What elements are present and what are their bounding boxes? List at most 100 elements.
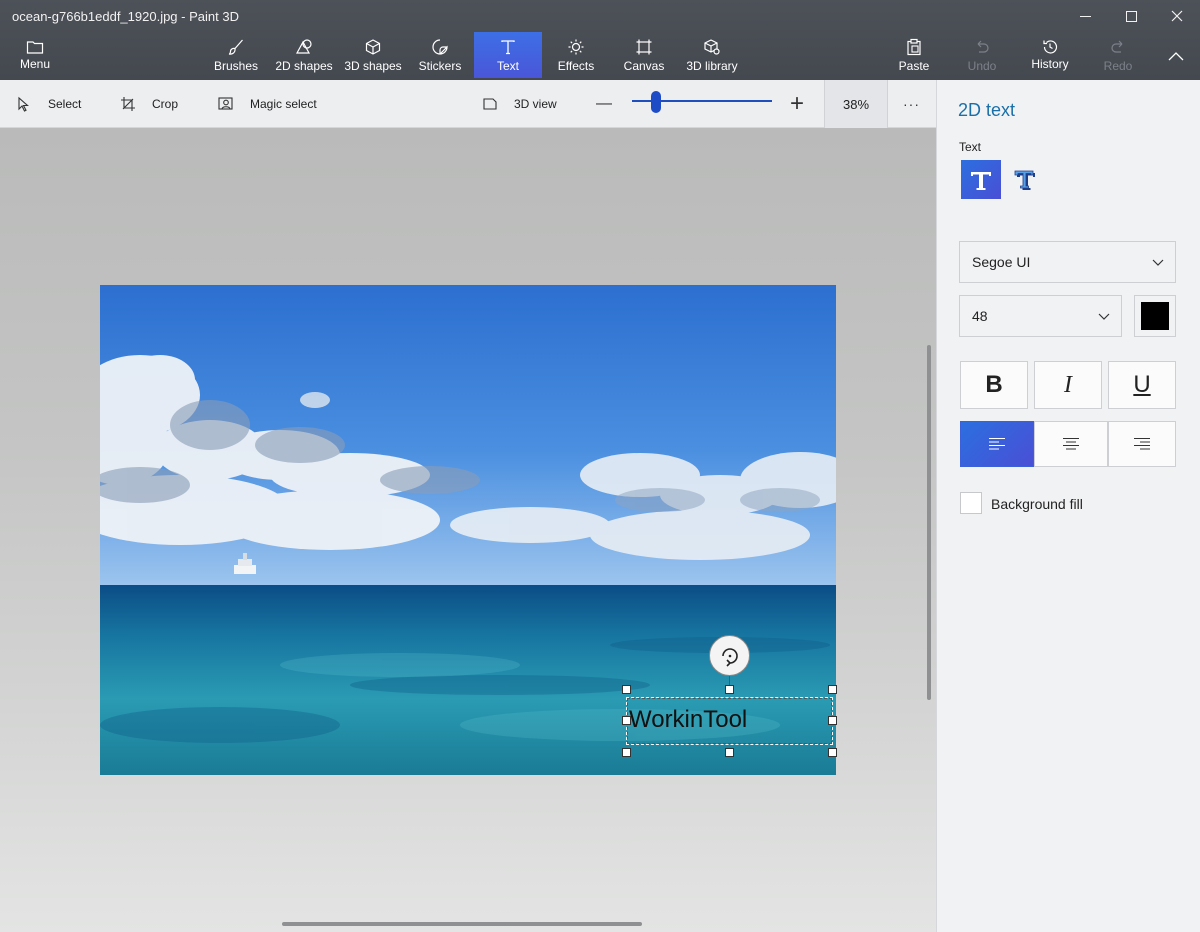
align-right-icon bbox=[1134, 437, 1150, 450]
zoom-slider-thumb[interactable] bbox=[651, 91, 661, 113]
paste-icon bbox=[907, 38, 921, 56]
collapse-ribbon-button[interactable] bbox=[1160, 32, 1192, 78]
tool-effects[interactable]: Effects bbox=[552, 32, 600, 78]
tool-2d-shapes-label: 2D shapes bbox=[275, 59, 333, 73]
align-center-icon bbox=[1063, 437, 1079, 450]
text-color-button[interactable] bbox=[1134, 295, 1176, 337]
tool-effects-label: Effects bbox=[557, 59, 595, 73]
undo-icon bbox=[977, 40, 989, 53]
text-color-swatch bbox=[1141, 302, 1169, 330]
font-family-value: Segoe UI bbox=[972, 254, 1031, 270]
minimize-button[interactable] bbox=[1062, 0, 1108, 32]
more-icon: ··· bbox=[903, 96, 920, 112]
tool-canvas[interactable]: Canvas bbox=[620, 32, 668, 78]
minimize-icon bbox=[1079, 15, 1091, 17]
zoom-percent[interactable]: 38% bbox=[824, 80, 888, 128]
tool-3d-shapes[interactable]: 3D shapes bbox=[342, 32, 404, 78]
bold-button[interactable]: B bbox=[960, 361, 1028, 409]
paste-label: Paste bbox=[898, 59, 930, 73]
zoom-out-button[interactable]: — bbox=[596, 80, 612, 128]
crop-label: Crop bbox=[152, 97, 179, 111]
vertical-scrollbar[interactable] bbox=[927, 345, 931, 700]
background-fill-label: Background fill bbox=[991, 496, 1083, 512]
undo-label: Undo bbox=[967, 59, 997, 73]
chevron-up-icon bbox=[1168, 52, 1184, 61]
chevron-down-icon bbox=[1152, 259, 1164, 266]
underline-button[interactable]: U bbox=[1108, 361, 1176, 409]
italic-button[interactable]: I bbox=[1034, 361, 1102, 409]
tool-text[interactable]: Text bbox=[474, 32, 542, 78]
3d-view-label: 3D view bbox=[514, 97, 557, 111]
tool-3d-library-label: 3D library bbox=[686, 59, 738, 73]
align-left-icon bbox=[989, 437, 1005, 450]
horizontal-scrollbar[interactable] bbox=[282, 922, 642, 926]
resize-handle-top[interactable] bbox=[725, 685, 734, 694]
resize-handle-bl[interactable] bbox=[622, 748, 631, 757]
paste-button[interactable]: Paste bbox=[894, 32, 934, 78]
3d-view-icon bbox=[483, 98, 497, 110]
3d-text-button[interactable] bbox=[1005, 160, 1045, 199]
resize-handle-tl[interactable] bbox=[622, 685, 631, 694]
cursor-icon bbox=[18, 96, 29, 112]
magic-select-label: Magic select bbox=[250, 97, 317, 111]
text-object[interactable]: WorkinTool bbox=[629, 706, 747, 734]
select-button[interactable]: Select bbox=[16, 80, 81, 128]
resize-handle-bottom[interactable] bbox=[725, 748, 734, 757]
crop-icon bbox=[121, 97, 135, 111]
3d-library-icon bbox=[704, 39, 720, 55]
magic-select-icon bbox=[218, 97, 233, 110]
align-right-button[interactable] bbox=[1108, 421, 1176, 467]
redo-button[interactable]: Redo bbox=[1098, 32, 1138, 78]
crop-button[interactable]: Crop bbox=[120, 80, 178, 128]
maximize-icon bbox=[1125, 10, 1137, 22]
history-button[interactable]: History bbox=[1026, 32, 1074, 78]
zoom-in-button[interactable]: + bbox=[790, 80, 804, 128]
window-title: ocean-g766b1eddf_1920.jpg - Paint 3D bbox=[12, 9, 239, 24]
3d-view-button[interactable]: 3D view bbox=[482, 80, 557, 128]
redo-label: Redo bbox=[1103, 59, 1133, 73]
2d-text-icon bbox=[971, 171, 991, 190]
zoom-in-icon: + bbox=[790, 90, 805, 117]
zoom-out-icon: — bbox=[596, 95, 612, 112]
tool-brushes[interactable]: Brushes bbox=[208, 32, 264, 78]
tool-3d-shapes-label: 3D shapes bbox=[344, 59, 402, 73]
close-button[interactable] bbox=[1154, 0, 1200, 32]
ribbon: ocean-g766b1eddf_1920.jpg - Paint 3D Men… bbox=[0, 0, 1200, 80]
3d-text-icon bbox=[1014, 170, 1035, 190]
tool-3d-library[interactable]: 3D library bbox=[684, 32, 740, 78]
tool-brushes-label: Brushes bbox=[213, 59, 259, 73]
rotate-handle[interactable] bbox=[709, 635, 750, 676]
more-options-button[interactable]: ··· bbox=[903, 80, 920, 128]
text-icon bbox=[501, 40, 515, 55]
resize-handle-br[interactable] bbox=[828, 748, 837, 757]
background-fill-checkbox[interactable] bbox=[960, 492, 982, 514]
chevron-down-icon bbox=[1098, 313, 1110, 320]
align-center-button[interactable] bbox=[1034, 421, 1108, 467]
resize-handle-tr[interactable] bbox=[828, 685, 837, 694]
font-size-value: 48 bbox=[972, 308, 988, 324]
font-size-dropdown[interactable]: 48 bbox=[959, 295, 1122, 337]
tool-canvas-label: Canvas bbox=[623, 59, 665, 73]
maximize-button[interactable] bbox=[1108, 0, 1154, 32]
menu-button[interactable]: Menu bbox=[14, 32, 56, 78]
underline-icon: U bbox=[1133, 371, 1151, 398]
resize-handle-left[interactable] bbox=[622, 716, 631, 725]
tool-text-label: Text bbox=[496, 59, 519, 73]
tool-stickers[interactable]: Stickers bbox=[414, 32, 466, 78]
magic-select-button[interactable]: Magic select bbox=[218, 80, 317, 128]
2d-text-button[interactable] bbox=[961, 160, 1001, 199]
align-left-button[interactable] bbox=[960, 421, 1034, 467]
panel-title: 2D text bbox=[958, 100, 1016, 120]
undo-button[interactable]: Undo bbox=[962, 32, 1002, 78]
resize-handle-right[interactable] bbox=[828, 716, 837, 725]
canvas-icon bbox=[636, 39, 652, 55]
3d-shapes-icon bbox=[365, 39, 381, 55]
redo-icon bbox=[1111, 40, 1123, 53]
tool-stickers-label: Stickers bbox=[418, 59, 462, 73]
text-type-label: Text bbox=[959, 140, 982, 154]
font-family-dropdown[interactable]: Segoe UI bbox=[959, 241, 1176, 283]
tool-2d-shapes[interactable]: 2D shapes bbox=[272, 32, 336, 78]
menu-label: Menu bbox=[19, 57, 51, 71]
bold-icon: B bbox=[985, 371, 1003, 398]
folder-icon bbox=[26, 41, 44, 54]
